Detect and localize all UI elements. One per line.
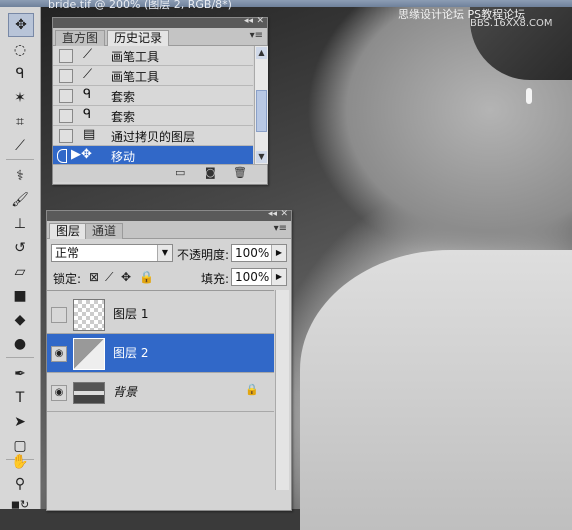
lock-image-icon[interactable]: ⟋	[105, 270, 113, 285]
layer-row[interactable]: ◉ 背景 🔒	[47, 373, 274, 412]
lock-label: 锁定:	[53, 272, 82, 286]
scroll-up-icon[interactable]: ▲	[256, 47, 267, 59]
tab-channels[interactable]: 通道	[85, 223, 124, 239]
lasso-icon: ᑫ	[83, 107, 92, 122]
lock-icon: 🔒	[245, 383, 259, 396]
layer-row-selected[interactable]: ◉ 图层 2	[47, 334, 274, 373]
history-panel: ◂◂ ✕ 直方图 历史记录 ▾≡ ⟋ 画笔工具 ⟋ 画笔工具 ᑫ 套索 ᑫ 套索 ▤ 通过…	[52, 16, 268, 185]
zoom-tool-icon[interactable]: ⚲	[8, 473, 32, 495]
lock-fill-row: 锁定: ⊠ ⟋ ✥ 🔒 填充: 100% ▶	[47, 266, 289, 290]
layer-row[interactable]: 图层 1	[47, 295, 274, 334]
new-snapshot-icon[interactable]: ◙	[205, 166, 216, 179]
type-tool-icon[interactable]: T	[8, 387, 32, 409]
history-item[interactable]: ᑫ 套索	[53, 106, 253, 126]
lasso-tool-icon[interactable]: ᑫ	[8, 63, 32, 85]
color-swatches-icon[interactable]: ◼↻	[8, 493, 32, 515]
move-icon: ▶✥	[71, 147, 92, 162]
tools-panel: ✥ ◌ ᑫ ✶ ⌗ ⟋ ⚕ 🖌 ⊥ ↺ ▱ ■ ◆ ● ✒ T ➤ ▢ ✋ ⚲ …	[0, 7, 41, 511]
history-footer: ▭ ◙ 🗑	[53, 164, 267, 182]
history-scrollbar[interactable]: ▲ ▼	[254, 46, 268, 164]
visibility-toggle[interactable]	[51, 307, 67, 323]
magic-wand-tool-icon[interactable]: ✶	[8, 87, 32, 109]
layer-thumbnail	[73, 338, 105, 370]
watermark-url: BBS.16XX8.COM	[470, 18, 553, 29]
layers-panel-header[interactable]: ◂◂ ✕	[47, 209, 291, 221]
new-document-from-state-icon[interactable]: ▭	[175, 166, 185, 179]
layers-list: 图层 1 ◉ 图层 2 ◉ 背景 🔒	[47, 290, 274, 491]
history-list: ⟋ 画笔工具 ⟋ 画笔工具 ᑫ 套索 ᑫ 套索 ▤ 通过拷贝的图层 ▶✥ 移动	[53, 46, 253, 166]
blend-mode-select[interactable]: 正常 ▼	[51, 244, 173, 262]
healing-brush-tool-icon[interactable]: ⚕	[8, 165, 32, 187]
lock-transparent-icon[interactable]: ⊠	[89, 270, 99, 284]
pen-tool-icon[interactable]: ✒	[8, 363, 32, 385]
close-icon[interactable]: ✕	[256, 16, 264, 26]
blur-tool-icon[interactable]: ◆	[8, 309, 32, 331]
path-selection-tool-icon[interactable]: ➤	[8, 411, 32, 433]
tab-history[interactable]: 历史记录	[107, 30, 170, 46]
history-panel-tabs: 直方图 历史记录 ▾≡	[53, 28, 267, 46]
panel-menu-icon[interactable]: ▾≡	[250, 30, 263, 41]
delete-state-icon[interactable]: 🗑	[233, 166, 247, 179]
opacity-label: 不透明度:	[177, 248, 230, 262]
dress-shoulder-region	[300, 250, 572, 530]
marquee-tool-icon[interactable]: ◌	[8, 39, 32, 61]
layers-panel-tabs: 图层 通道 ▾≡	[47, 221, 291, 239]
tab-layers[interactable]: 图层	[49, 223, 88, 239]
history-item-selected[interactable]: ▶✥ 移动	[53, 146, 253, 166]
history-item[interactable]: ᑫ 套索	[53, 86, 253, 106]
collapse-icon[interactable]: ◂◂	[244, 16, 253, 26]
lock-all-icon[interactable]: 🔒	[139, 270, 154, 284]
crop-tool-icon[interactable]: ⌗	[8, 111, 32, 133]
history-brush-tool-icon[interactable]: ↺	[8, 237, 32, 259]
blend-opacity-row: 正常 ▼ 不透明度: 100% ▶	[47, 242, 289, 266]
history-item[interactable]: ⟋ 画笔工具	[53, 66, 253, 86]
chevron-right-icon[interactable]: ▶	[271, 269, 286, 285]
panel-menu-icon[interactable]: ▾≡	[274, 223, 287, 234]
move-tool-icon[interactable]: ✥	[8, 13, 34, 37]
fill-label: 填充:	[201, 272, 230, 286]
history-item[interactable]: ⟋ 画笔工具	[53, 46, 253, 66]
dodge-tool-icon[interactable]: ●	[8, 333, 32, 355]
layers-scrollbar[interactable]	[275, 290, 289, 490]
eye-icon[interactable]: ◉	[51, 385, 67, 401]
chevron-right-icon[interactable]: ▶	[271, 245, 286, 261]
scroll-thumb[interactable]	[256, 90, 267, 132]
fill-field[interactable]: 100% ▶	[231, 268, 287, 286]
brush-icon: ⟋	[83, 47, 93, 62]
eraser-tool-icon[interactable]: ▱	[8, 261, 32, 283]
tab-histogram[interactable]: 直方图	[55, 30, 106, 46]
eye-icon[interactable]: ◉	[51, 346, 67, 362]
gradient-tool-icon[interactable]: ■	[8, 285, 32, 307]
lasso-icon: ᑫ	[83, 87, 92, 102]
layer-thumbnail	[73, 299, 105, 331]
scroll-down-icon[interactable]: ▼	[256, 151, 267, 163]
layer-thumbnail	[73, 382, 105, 404]
eyedropper-tool-icon[interactable]: ⟋	[8, 135, 32, 157]
collapse-icon[interactable]: ◂◂	[268, 209, 277, 219]
clone-stamp-tool-icon[interactable]: ⊥	[8, 213, 32, 235]
lock-position-icon[interactable]: ✥	[121, 270, 131, 284]
history-item[interactable]: ▤ 通过拷贝的图层	[53, 126, 253, 146]
earring	[526, 88, 532, 104]
chevron-down-icon: ▼	[157, 245, 172, 261]
brush-tool-icon[interactable]: 🖌	[8, 189, 32, 211]
layer-copy-icon: ▤	[83, 127, 96, 142]
document-title: bride.tif @ 200% (图层 2, RGB/8*)	[48, 0, 232, 11]
close-icon[interactable]: ✕	[280, 209, 288, 219]
brush-icon: ⟋	[83, 67, 93, 82]
history-panel-header[interactable]: ◂◂ ✕	[53, 16, 267, 28]
hand-tool-icon[interactable]: ✋	[8, 451, 32, 473]
opacity-field[interactable]: 100% ▶	[231, 244, 287, 262]
layers-panel: ◂◂ ✕ 图层 通道 ▾≡ 正常 ▼ 不透明度: 100% ▶ 锁定: ⊠ ⟋ ✥ …	[46, 209, 292, 511]
